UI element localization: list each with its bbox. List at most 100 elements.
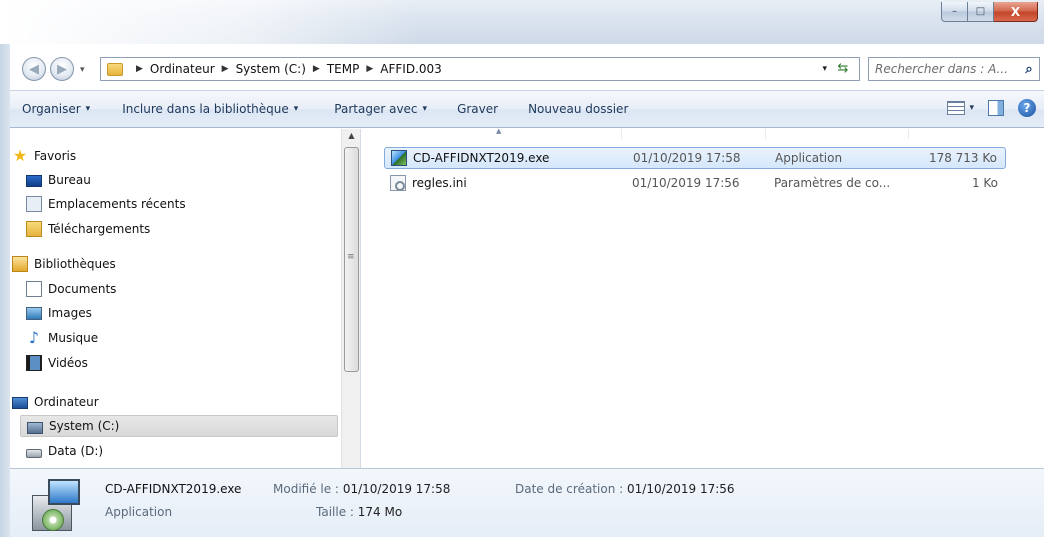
star-icon: ★ <box>12 146 28 165</box>
preview-pane-icon[interactable] <box>988 100 1004 116</box>
details-size: Taille : 174 Mo <box>316 505 402 519</box>
file-size: 1 Ko <box>971 176 998 190</box>
breadcrumb-item-computer[interactable]: Ordinateur <box>150 62 215 76</box>
search-placeholder[interactable]: Rechercher dans : A... <box>875 62 1019 76</box>
nav-favorites-label: Favoris <box>34 149 77 163</box>
nav-item-system-drive[interactable]: System (C:) <box>20 415 338 437</box>
desktop-icon <box>26 175 42 187</box>
nav-item-images[interactable]: Images <box>26 302 92 324</box>
nav-favorites[interactable]: ★ Favoris <box>12 145 76 167</box>
nav-item-label: Emplacements récents <box>48 197 186 211</box>
file-type: Paramètres de co... <box>774 176 891 190</box>
back-button[interactable]: ◀ <box>22 57 46 81</box>
maximize-button[interactable]: □ <box>968 2 994 22</box>
libraries-icon <box>12 256 28 272</box>
search-icon[interactable]: ⌕ <box>1019 62 1039 77</box>
details-created-label: Date de création : <box>515 482 624 496</box>
file-name: CD-AFFIDNXT2019.exe <box>413 151 550 165</box>
column-divider[interactable] <box>765 129 766 139</box>
nav-item-documents[interactable]: Documents <box>26 278 116 300</box>
monitor-shape <box>48 479 80 505</box>
cd-disc-shape <box>42 509 64 531</box>
minimize-button[interactable]: – <box>941 2 968 22</box>
burn-button[interactable]: Graver <box>445 102 510 116</box>
breadcrumb: ▶ Ordinateur ▶ System (C:) ▶ TEMP ▶ AFFI… <box>129 62 442 76</box>
breadcrumb-separator-icon[interactable]: ▶ <box>222 64 229 74</box>
nav-item-downloads[interactable]: Téléchargements <box>26 218 150 240</box>
nav-item-label: Vidéos <box>48 356 88 370</box>
address-dropdown-icon[interactable]: ▾ <box>822 64 827 74</box>
breadcrumb-separator-icon[interactable]: ▶ <box>136 64 143 74</box>
music-note-icon: ♪ <box>28 328 40 347</box>
file-row[interactable]: CD-AFFIDNXT2019.exe 01/10/2019 17:58 App… <box>384 147 1006 169</box>
burn-label: Graver <box>457 102 499 116</box>
video-film-icon <box>26 355 42 371</box>
nav-item-label: Documents <box>48 282 117 296</box>
include-label: Inclure dans la bibliothèque <box>122 102 289 116</box>
nav-libraries-label: Bibliothèques <box>34 257 116 271</box>
file-name-cell: regles.ini <box>390 175 467 191</box>
breadcrumb-item-affid[interactable]: AFFID.003 <box>380 62 442 76</box>
file-row[interactable]: regles.ini 01/10/2019 17:56 Paramètres d… <box>384 172 1006 194</box>
include-in-library-button[interactable]: Inclure dans la bibliothèque ▾ <box>110 102 310 116</box>
chevron-down-icon: ▾ <box>85 104 91 114</box>
change-view-button[interactable]: ▾ <box>947 101 974 115</box>
file-date: 01/10/2019 17:56 <box>632 176 740 190</box>
close-button[interactable]: X <box>994 2 1038 22</box>
nav-item-recent-places[interactable]: Emplacements récents <box>26 193 186 215</box>
scrollbar-thumb[interactable]: ≡ <box>344 147 359 372</box>
column-divider[interactable] <box>908 129 909 139</box>
navigation-scrollbar[interactable]: ▲ ≡ <box>341 129 360 468</box>
new-folder-label: Nouveau dossier <box>528 102 629 116</box>
window-frame-left <box>0 44 10 537</box>
share-label: Partager avec <box>334 102 418 116</box>
back-arrow-icon: ◀ <box>29 61 39 77</box>
nav-item-videos[interactable]: Vidéos <box>26 352 88 374</box>
details-modified: Modifié le : 01/10/2019 17:58 <box>273 482 450 496</box>
file-type: Application <box>775 151 843 165</box>
column-divider[interactable] <box>621 129 622 139</box>
details-created-value: 01/10/2019 17:56 <box>627 482 735 496</box>
command-bar: Organiser ▾ Inclure dans la bibliothèque… <box>10 90 1044 128</box>
nav-item-data-drive[interactable]: Data (D:) <box>26 440 103 462</box>
refresh-icon[interactable]: ⇆ <box>833 61 853 77</box>
nav-item-label: Images <box>48 306 92 320</box>
nav-item-music[interactable]: ♪ Musique <box>26 327 98 349</box>
breadcrumb-separator-icon[interactable]: ▶ <box>313 64 320 74</box>
forward-button[interactable]: ▶ <box>50 57 74 81</box>
breadcrumb-item-temp[interactable]: TEMP <box>327 62 360 76</box>
pictures-icon <box>26 307 42 320</box>
nav-item-label: Téléchargements <box>48 222 151 236</box>
nav-item-label: System (C:) <box>49 419 120 433</box>
nav-item-label: Musique <box>48 331 99 345</box>
address-bar[interactable]: ▶ Ordinateur ▶ System (C:) ▶ TEMP ▶ AFFI… <box>100 57 860 81</box>
share-with-button[interactable]: Partager avec ▾ <box>322 102 439 116</box>
breadcrumb-separator-icon[interactable]: ▶ <box>366 64 373 74</box>
file-name-cell: CD-AFFIDNXT2019.exe <box>391 150 549 166</box>
nav-libraries[interactable]: Bibliothèques <box>12 253 116 275</box>
ini-settings-icon <box>390 175 406 191</box>
sort-indicator-icon: ▲ <box>496 127 502 135</box>
scroll-up-icon[interactable]: ▲ <box>342 131 361 145</box>
scroll-grip-icon: ≡ <box>347 252 355 262</box>
organise-button[interactable]: Organiser ▾ <box>10 102 102 116</box>
help-icon[interactable]: ? <box>1018 99 1036 117</box>
breadcrumb-item-system-drive[interactable]: System (C:) <box>236 62 306 76</box>
recent-locations-dropdown[interactable]: ▾ <box>80 65 85 75</box>
details-modified-label: Modifié le : <box>273 482 339 496</box>
navigation-pane: ★ Favoris Bureau Emplacements récents Té… <box>10 129 341 468</box>
details-created: Date de création : 01/10/2019 17:56 <box>515 482 735 496</box>
new-folder-button[interactable]: Nouveau dossier <box>516 102 640 116</box>
nav-item-label: Data (D:) <box>48 444 104 458</box>
nav-computer[interactable]: Ordinateur <box>12 391 99 413</box>
window-caption-buttons: – □ X <box>941 2 1038 22</box>
chevron-down-icon: ▾ <box>293 104 299 114</box>
nav-item-desktop[interactable]: Bureau <box>26 169 91 191</box>
navigation-row: ◀ ▶ ▾ ▶ Ordinateur ▶ System (C:) ▶ TEMP … <box>0 50 1044 84</box>
search-box[interactable]: Rechercher dans : A... ⌕ <box>868 57 1040 81</box>
details-file-type: Application <box>105 505 173 519</box>
details-pane: CD-AFFIDNXT2019.exe Application Modifié … <box>10 468 1044 537</box>
downloads-folder-icon <box>26 221 42 237</box>
view-controls: ▾ ? <box>947 99 1036 117</box>
details-size-value: 174 Mo <box>357 505 403 519</box>
